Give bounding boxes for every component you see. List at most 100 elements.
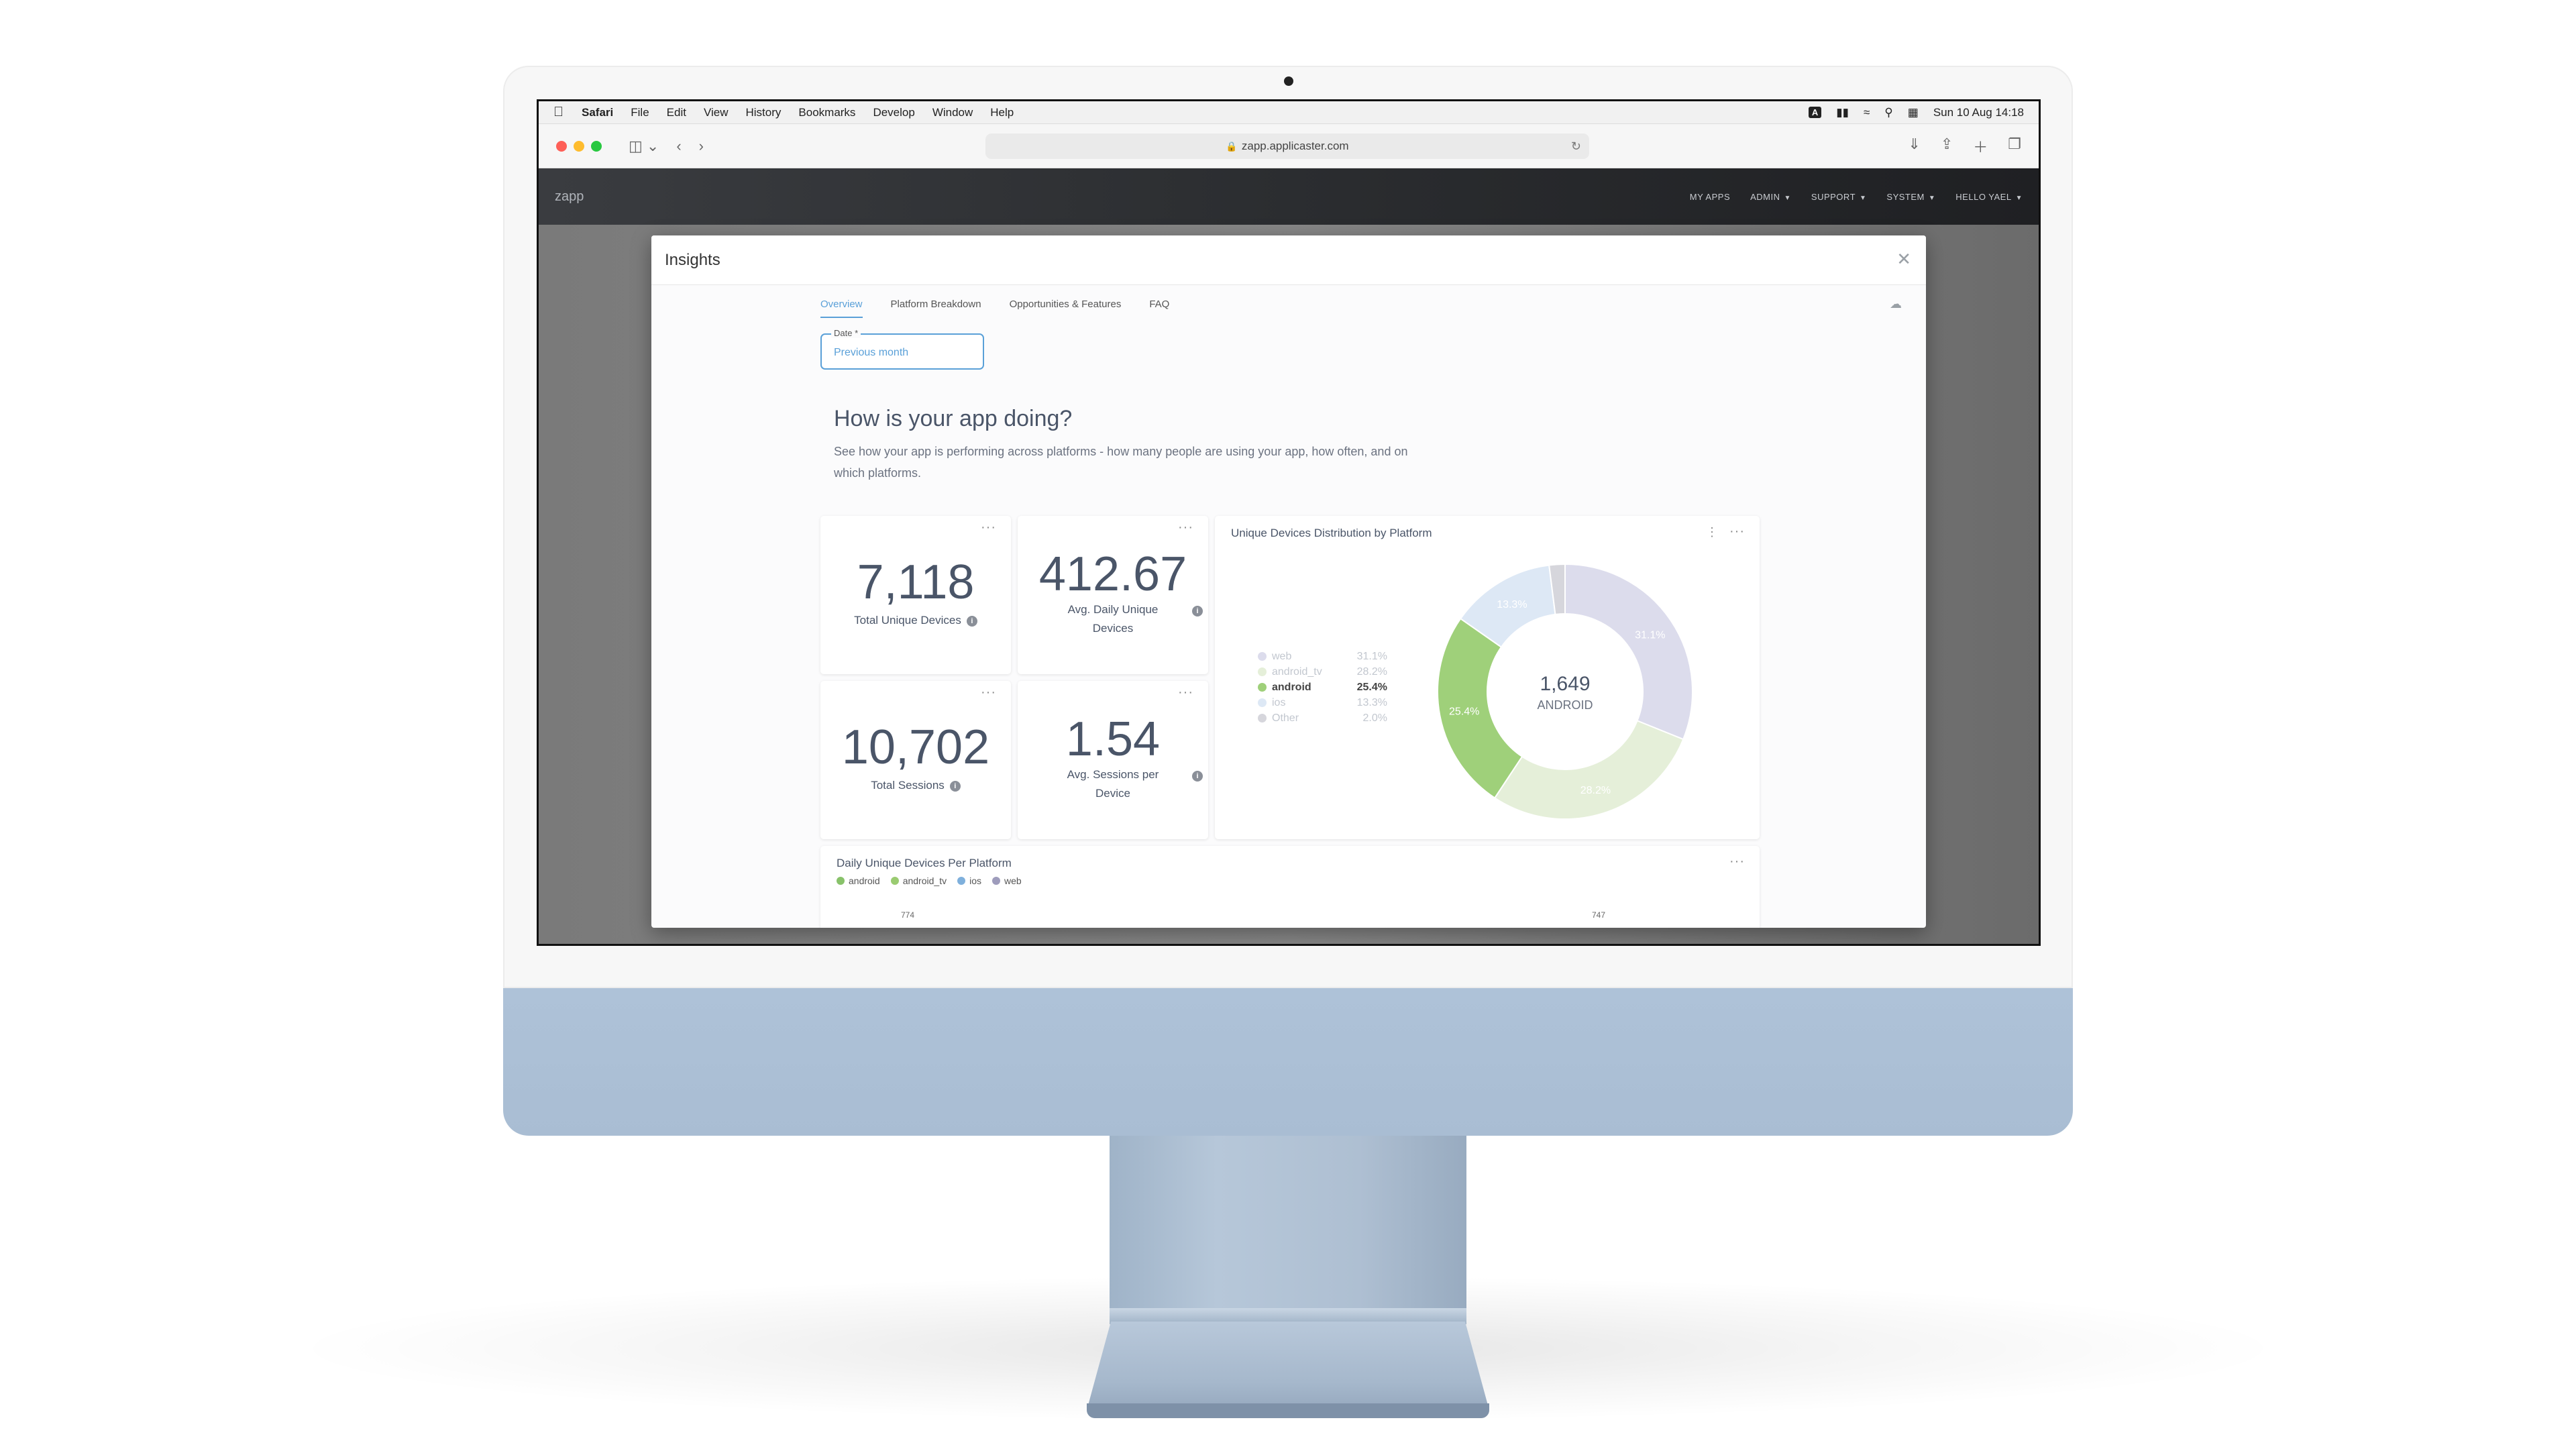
zapp-logo[interactable]: zapp: [555, 189, 584, 205]
legend-item-ios[interactable]: ios 13.3%: [1258, 695, 1387, 710]
line-legend-item-web[interactable]: web: [992, 875, 1022, 886]
nav-my-apps[interactable]: MY APPS: [1690, 192, 1730, 202]
donut-slice-web[interactable]: [1564, 563, 1693, 741]
chart-title: Daily Unique Devices Per Platform: [837, 857, 1012, 869]
zoom-window-button[interactable]: [591, 140, 602, 152]
tab-platform-breakdown[interactable]: Platform Breakdown: [891, 299, 981, 318]
wifi-icon[interactable]: ≈: [1864, 106, 1870, 119]
url-text: zapp.applicaster.com: [1241, 140, 1349, 152]
menu-window[interactable]: Window: [932, 106, 973, 119]
legend-item-android-tv[interactable]: android_tv 28.2%: [1258, 664, 1387, 680]
info-icon[interactable]: ⋮: [1706, 525, 1718, 539]
forward-icon[interactable]: ›: [699, 138, 704, 155]
spotlight-icon[interactable]: ⚲: [1884, 106, 1892, 119]
chevron-down-icon: ▼: [2015, 194, 2023, 202]
downloads-icon[interactable]: ⇓: [1908, 136, 1920, 157]
menu-bookmarks[interactable]: Bookmarks: [798, 106, 855, 119]
legend-swatch: [1258, 667, 1267, 676]
date-select[interactable]: Date * Previous month: [820, 328, 984, 370]
legend-label: ios: [969, 875, 981, 886]
tab-overview[interactable]: Overview: [820, 299, 863, 318]
nav-support-label: SUPPORT: [1811, 191, 1856, 202]
legend-label: android: [849, 875, 880, 886]
camera-icon: [1284, 76, 1293, 86]
safari-toolbar: ◫ ⌄ ‹ › 🔒 zapp.applicaster.com ↻ ⇓ ⇪ ＋ ❐: [539, 124, 2039, 168]
legend-item-android[interactable]: android 25.4%: [1258, 680, 1387, 695]
stat-label-line2: Devices: [1092, 622, 1134, 635]
control-center-icon[interactable]: ▦: [1908, 106, 1919, 119]
chevron-down-icon: ▼: [1860, 194, 1867, 202]
legend-item-other[interactable]: Other 2.0%: [1258, 710, 1387, 726]
sidebar-toggle-icon[interactable]: ◫ ⌄: [629, 138, 659, 155]
menu-help[interactable]: Help: [990, 106, 1014, 119]
legend-swatch: [992, 877, 1000, 885]
close-icon[interactable]: ✕: [1896, 249, 1911, 270]
insights-modal: Insights ✕ Overview Platform Breakdown O…: [651, 235, 1926, 928]
nav-system[interactable]: SYSTEM ▼: [1886, 192, 1935, 202]
input-source-icon[interactable]: A: [1808, 107, 1822, 118]
more-dots-icon[interactable]: ···: [1729, 854, 1745, 869]
new-tab-icon[interactable]: ＋: [1973, 136, 1988, 157]
close-window-button[interactable]: [556, 140, 567, 152]
stat-label: Avg. Daily Unique Devices: [1018, 600, 1208, 638]
more-dots-icon[interactable]: ···: [1729, 524, 1745, 539]
nav-system-label: SYSTEM: [1886, 191, 1925, 202]
menu-view[interactable]: View: [704, 106, 729, 119]
macos-menu-bar:  Safari File Edit View History Bookmark…: [539, 101, 2039, 124]
stat-label-line2: Device: [1095, 787, 1130, 800]
menu-safari[interactable]: Safari: [582, 106, 613, 119]
tab-overview-icon[interactable]: ❐: [2008, 136, 2021, 157]
line-legend-item-ios[interactable]: ios: [957, 875, 981, 886]
more-dots-icon[interactable]: ···: [1178, 520, 1193, 535]
stat-value: 10,702: [841, 720, 990, 774]
menu-bar-clock[interactable]: Sun 10 Aug 14:18: [1933, 106, 2024, 119]
donut-chart: 31.1% 28.2% 25.4% 13.3% 1,649 ANDROID: [1437, 563, 1693, 820]
info-icon[interactable]: i: [949, 780, 961, 792]
reload-icon[interactable]: ↻: [1571, 140, 1581, 154]
modal-title: Insights: [665, 250, 720, 269]
battery-icon[interactable]: ▮▮: [1836, 106, 1849, 119]
back-icon[interactable]: ‹: [676, 138, 681, 155]
minimize-window-button[interactable]: [574, 140, 584, 152]
tab-faq[interactable]: FAQ: [1149, 299, 1169, 318]
apple-icon[interactable]: : [553, 105, 571, 120]
menu-bar-status: A ▮▮ ≈ ⚲ ▦ Sun 10 Aug 14:18: [1808, 106, 2024, 119]
page-heading: How is your app doing?: [834, 406, 1073, 431]
nav-support[interactable]: SUPPORT ▼: [1811, 192, 1867, 202]
line-legend-item-android-tv[interactable]: android_tv: [890, 875, 947, 886]
legend-label: android_tv: [1272, 665, 1322, 678]
donut-slice-android-tv[interactable]: [1493, 720, 1684, 820]
share-icon[interactable]: ⇪: [1941, 136, 1953, 157]
stat-label: Avg. Sessions per Device: [1018, 765, 1208, 803]
nav-admin[interactable]: ADMIN ▼: [1750, 192, 1791, 202]
menu-file[interactable]: File: [631, 106, 649, 119]
page-subtext: See how your app is performing across pl…: [834, 445, 1408, 480]
more-dots-icon[interactable]: ···: [1178, 685, 1193, 700]
chart-legend: web 31.1% android_tv 28.2% android 25.4% ios 13…: [1258, 649, 1387, 726]
nav-my-apps-label: MY APPS: [1689, 191, 1731, 202]
menu-edit[interactable]: Edit: [667, 106, 686, 119]
cloud-icon[interactable]: ☁: [1890, 297, 1902, 311]
info-icon[interactable]: i: [1192, 771, 1203, 782]
y-tick-label: 747: [1592, 910, 1606, 920]
address-bar[interactable]: 🔒 zapp.applicaster.com ↻: [985, 133, 1589, 159]
stat-label-text: Total Sessions: [871, 779, 945, 792]
info-icon[interactable]: i: [966, 615, 977, 627]
nav-user-menu[interactable]: HELLO YAEL ▼: [1955, 192, 2023, 202]
more-dots-icon[interactable]: ···: [981, 520, 996, 535]
info-icon[interactable]: i: [1192, 606, 1203, 616]
toolbar-actions: ⇓ ⇪ ＋ ❐: [1908, 136, 2021, 157]
line-legend-item-android[interactable]: android: [837, 875, 880, 886]
date-field-value: Previous month: [834, 347, 909, 358]
legend-item-web[interactable]: web 31.1%: [1258, 649, 1387, 664]
lock-icon: 🔒: [1226, 140, 1238, 152]
nav-admin-label: ADMIN: [1750, 191, 1780, 202]
stat-label-text: Total Unique Devices: [854, 614, 961, 627]
stat-value: 1.54: [1065, 712, 1161, 766]
menu-develop[interactable]: Develop: [873, 106, 914, 119]
more-dots-icon[interactable]: ···: [981, 685, 996, 700]
menu-history[interactable]: History: [746, 106, 782, 119]
tab-opportunities-features[interactable]: Opportunities & Features: [1010, 299, 1122, 318]
stat-label: Total Unique Devices i: [820, 611, 1011, 630]
legend-swatch: [957, 877, 966, 885]
